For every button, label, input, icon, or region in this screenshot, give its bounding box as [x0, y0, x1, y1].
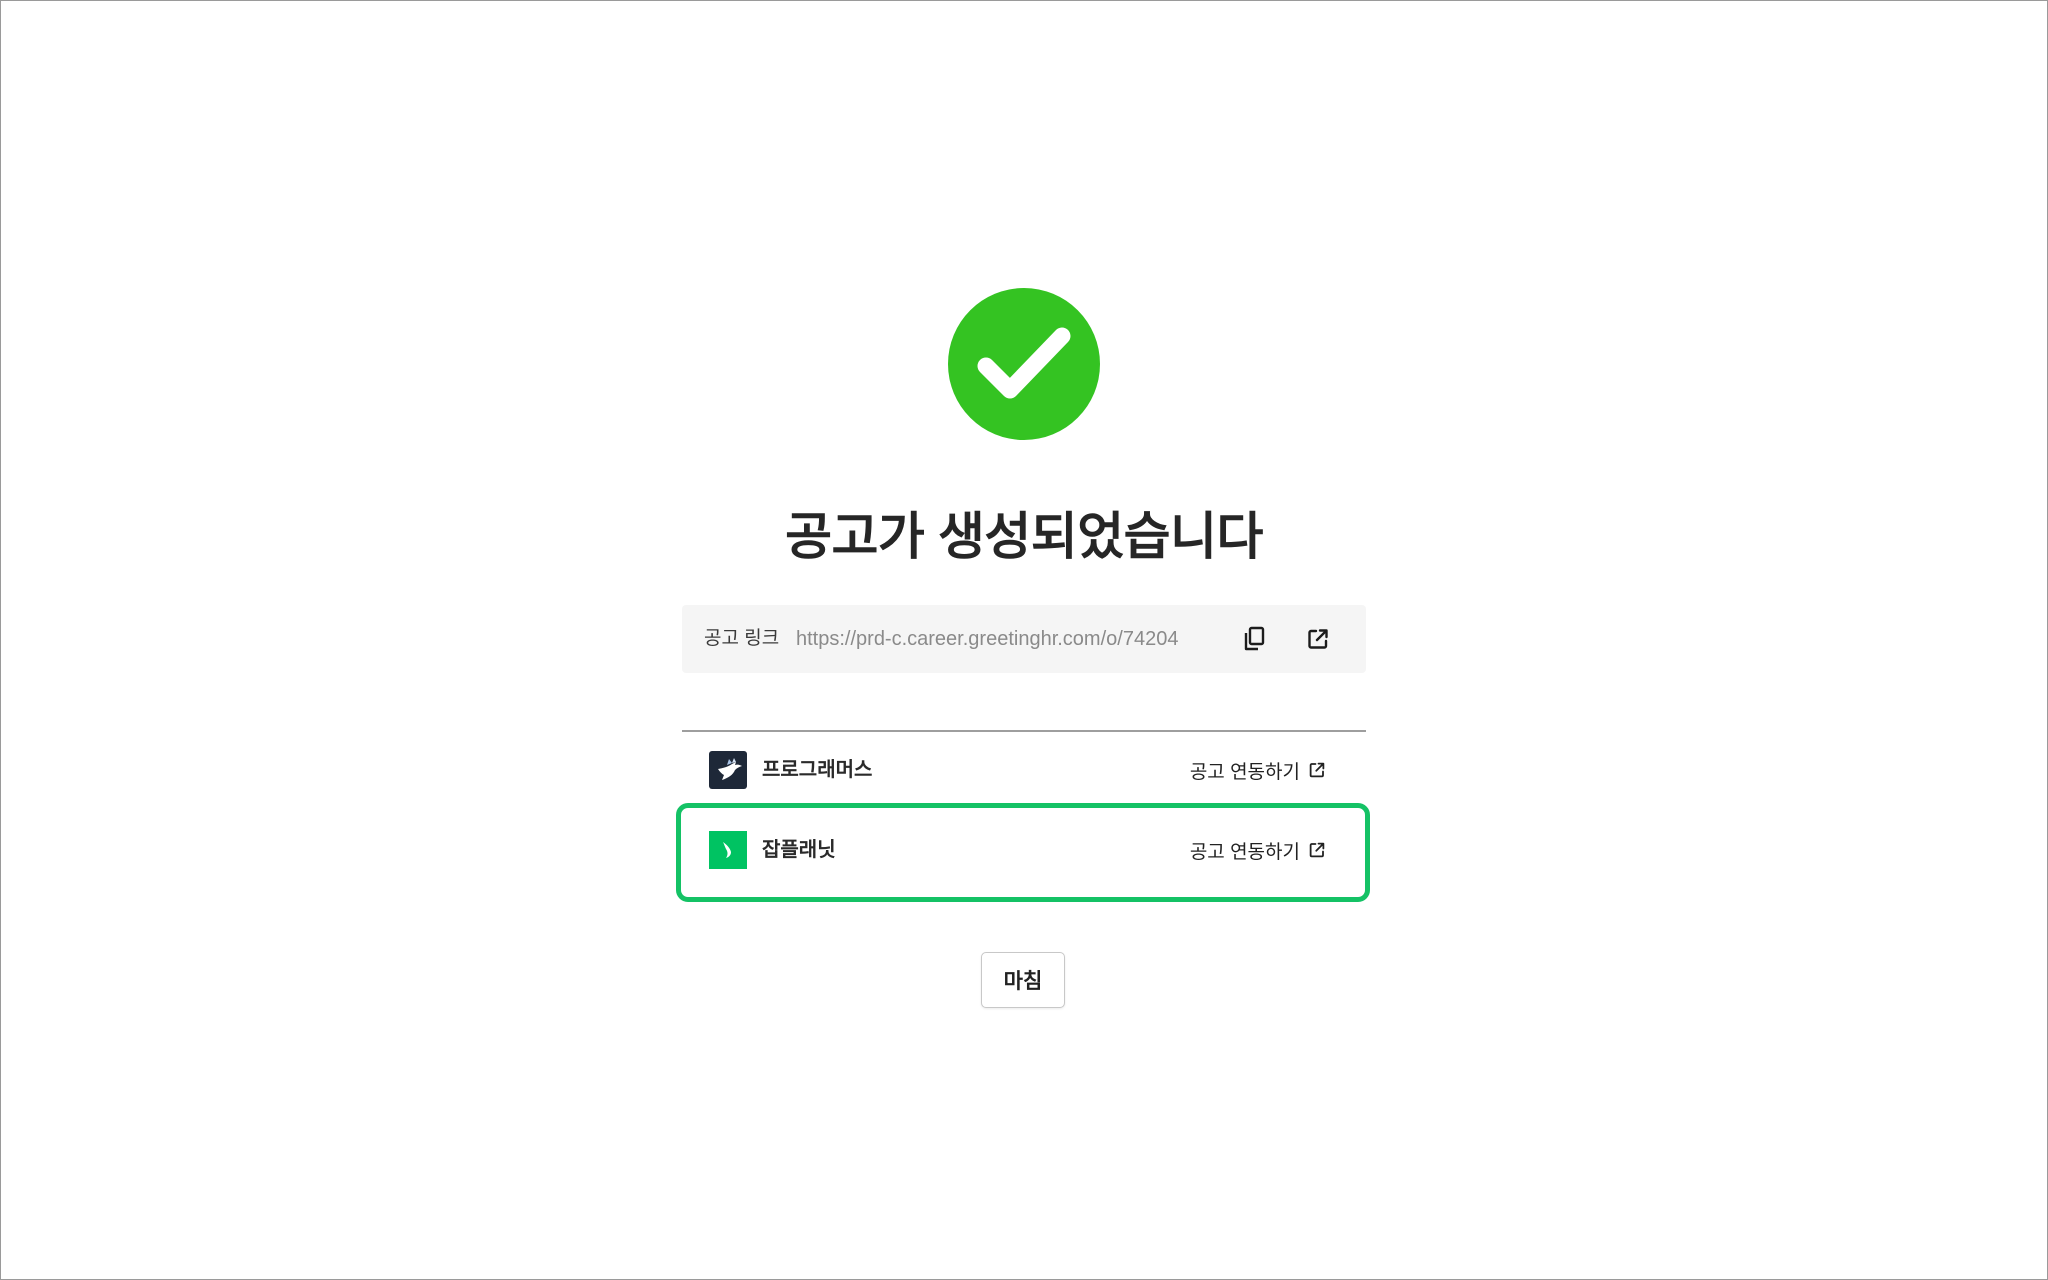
- copy-icon: [1244, 626, 1265, 651]
- job-link-label: 공고 링크: [704, 628, 780, 649]
- job-link-url[interactable]: https://prd-c.career.greetinghr.com/o/74…: [796, 605, 1178, 673]
- section-divider: [682, 730, 1366, 732]
- open-link-button[interactable]: [1301, 622, 1335, 656]
- jobplanet-logo-icon: [709, 831, 747, 869]
- connect-posting-label: 공고 연동하기: [1189, 761, 1300, 783]
- external-link-icon: [1309, 762, 1325, 778]
- platform-row-programmers: 프로그래머스 공고 연동하기: [682, 735, 1366, 805]
- platform-name: 잡플래닛: [762, 839, 836, 861]
- connect-posting-label: 공고 연동하기: [1189, 841, 1300, 863]
- connect-posting-link[interactable]: 공고 연동하기: [1190, 815, 1326, 885]
- connect-posting-link[interactable]: 공고 연동하기: [1190, 735, 1326, 805]
- copy-link-button[interactable]: [1238, 622, 1272, 656]
- platform-name: 프로그래머스: [762, 759, 873, 781]
- platform-row-jobplanet: 잡플래닛 공고 연동하기: [682, 815, 1366, 885]
- programmers-logo-icon: [709, 751, 747, 789]
- external-link-icon: [1309, 842, 1325, 858]
- finish-button[interactable]: 마침: [981, 952, 1065, 1008]
- external-link-icon: [1308, 629, 1328, 649]
- success-check-icon: [948, 288, 1100, 440]
- page-title: 공고가 생성되었습니다: [785, 508, 1263, 565]
- job-link-box: 공고 링크 https://prd-c.career.greetinghr.co…: [682, 605, 1366, 673]
